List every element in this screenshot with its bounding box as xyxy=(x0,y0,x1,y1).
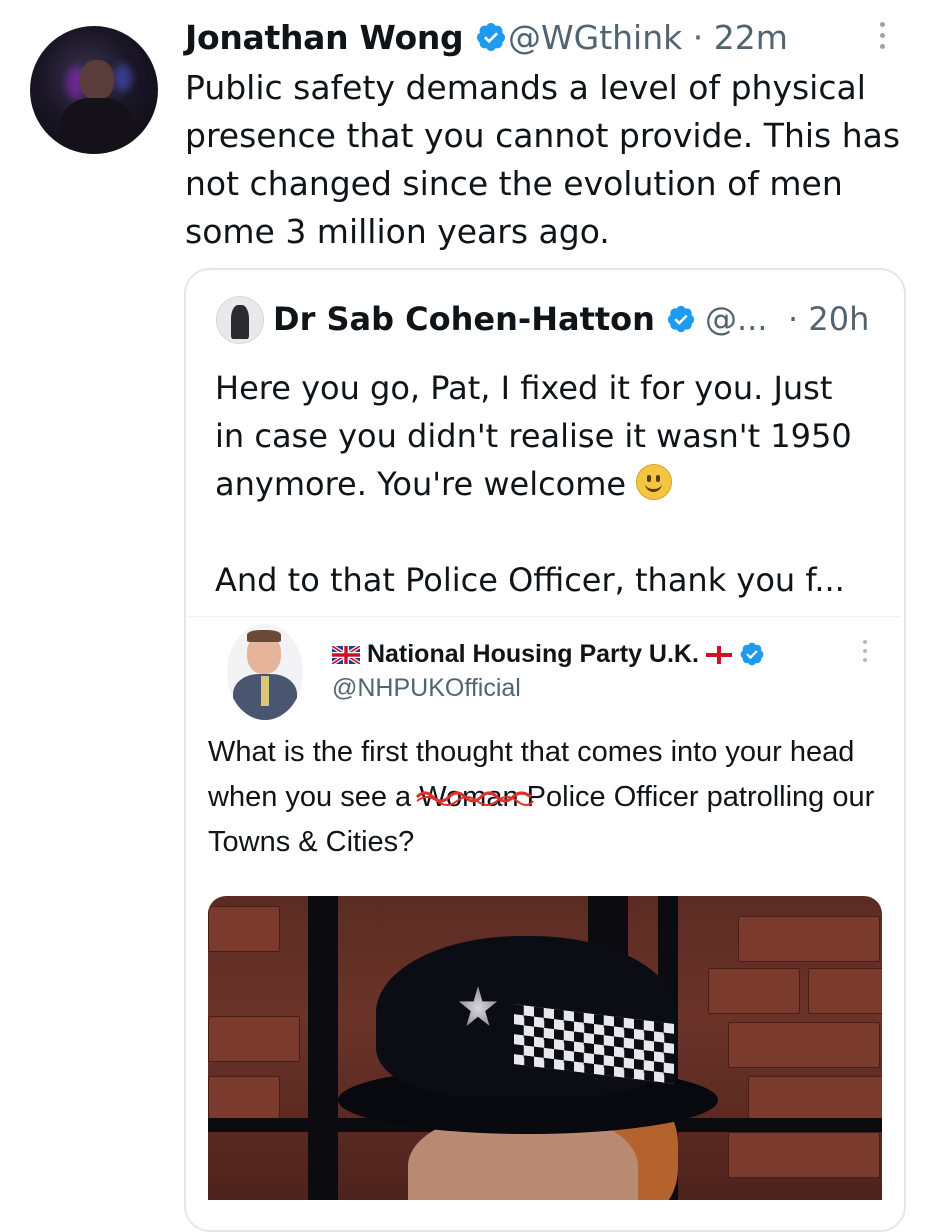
police-officer-photo[interactable] xyxy=(208,896,882,1200)
quote-author-avatar[interactable] xyxy=(216,296,264,344)
author-handle-time[interactable]: @WGthink · 22m xyxy=(508,18,788,57)
tweet-body: Public safety demands a level of physica… xyxy=(185,68,901,251)
quote-body-part1: Here you go, Pat, I fixed it for you. Ju… xyxy=(215,369,852,503)
more-options-icon[interactable] xyxy=(872,22,892,56)
verified-badge-icon xyxy=(740,642,764,666)
embedded-author-name: National Housing Party U.K. xyxy=(332,640,765,669)
embedded-author-avatar xyxy=(227,624,303,720)
quote-author-name-text: Dr Sab Cohen-Hatton xyxy=(273,300,655,338)
verified-badge-icon xyxy=(476,23,505,51)
author-name[interactable]: Jonathan Wong xyxy=(185,18,507,57)
quote-body: Here you go, Pat, I fixed it for you. Ju… xyxy=(215,364,885,604)
quote-time[interactable]: · 20h xyxy=(788,300,869,338)
more-options-icon xyxy=(860,640,870,670)
smiley-emoji-icon xyxy=(636,464,673,500)
quote-body-part2: And to that Police Officer, thank you f.… xyxy=(215,561,845,599)
embedded-author-handle: @NHPUKOfficial xyxy=(332,674,521,702)
quote-author-handle[interactable]: @... xyxy=(705,300,768,338)
author-avatar[interactable] xyxy=(30,26,158,154)
author-name-text: Jonathan Wong xyxy=(185,18,464,57)
england-flag-icon xyxy=(705,646,732,664)
uk-flag-icon xyxy=(332,646,360,664)
embedded-tweet-body: What is the first thought that comes int… xyxy=(208,730,888,865)
embedded-author-name-text: National Housing Party U.K. xyxy=(366,640,699,668)
red-scribble-icon xyxy=(416,791,535,806)
quote-author-name[interactable]: Dr Sab Cohen-Hatton xyxy=(273,300,696,338)
struck-out-word: Woman xyxy=(416,775,535,820)
verified-badge-icon xyxy=(667,305,695,333)
